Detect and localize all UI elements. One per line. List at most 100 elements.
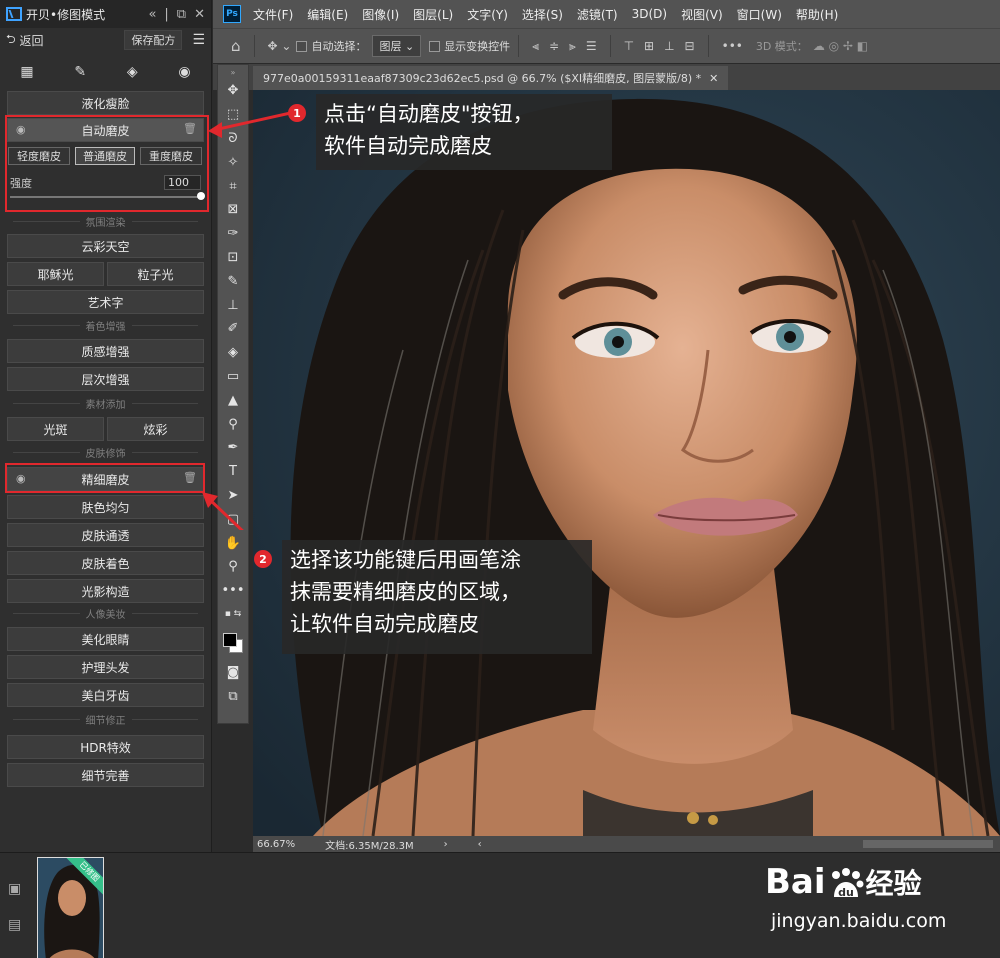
- menu-3d[interactable]: 3D(D): [632, 7, 667, 21]
- more-options-icon[interactable]: •••: [722, 39, 743, 53]
- section-material: 素材添加: [7, 396, 204, 411]
- hair-care-button[interactable]: 护理头发: [7, 655, 204, 679]
- image-icon[interactable]: ▣: [8, 881, 21, 897]
- quick-mask-icon[interactable]: ◙: [218, 660, 248, 684]
- annotation-2-line-2: 抹需要精细磨皮的区域，: [290, 580, 521, 604]
- particle-light-button[interactable]: 粒子光: [107, 262, 204, 286]
- back-icon[interactable]: ⮌: [6, 30, 16, 51]
- show-transform-label: 显示变换控件: [444, 40, 511, 53]
- menu-edit[interactable]: 编辑(E): [307, 6, 348, 23]
- ps-logo-icon: Ps: [223, 5, 241, 23]
- svg-text:du: du: [838, 886, 854, 899]
- whiten-teeth-button[interactable]: 美白牙齿: [7, 683, 204, 707]
- menu-view[interactable]: 视图(V): [681, 6, 723, 23]
- divider-icon: |: [164, 6, 169, 22]
- home-icon[interactable]: ⌂: [231, 37, 241, 55]
- ps-menubar: Ps 文件(F) 编辑(E) 图像(I) 图层(L) 文字(Y) 选择(S) 滤…: [213, 0, 1000, 28]
- brush-icon[interactable]: ✎: [74, 64, 86, 80]
- align-right-icon[interactable]: ⫸: [569, 39, 576, 54]
- document-canvas[interactable]: [253, 90, 1000, 836]
- plugin-category-icons: ▦ ✎ ◈ ◉: [0, 52, 211, 92]
- annotation-arrows: [202, 110, 296, 530]
- section-detail: 细节修正: [7, 712, 204, 727]
- watermark-url: jingyan.baidu.com: [771, 910, 947, 932]
- even-skin-tone-button[interactable]: 肤色均匀: [7, 495, 204, 519]
- section-atmosphere: 氛围渲染: [7, 214, 204, 229]
- align-middle-icon[interactable]: ⊞: [644, 39, 654, 53]
- hdr-effect-button[interactable]: HDR特效: [7, 735, 204, 759]
- status-menu-icon[interactable]: ›: [444, 839, 448, 850]
- folder-icon[interactable]: ▤: [8, 917, 21, 933]
- dazzle-button[interactable]: 炫彩: [107, 417, 204, 441]
- menu-layer[interactable]: 图层(L): [413, 6, 453, 23]
- jesus-light-button[interactable]: 耶稣光: [7, 262, 104, 286]
- move-tool-icon[interactable]: ✥ ⌄: [268, 39, 292, 53]
- back-button[interactable]: 返回: [19, 32, 43, 49]
- menu-select[interactable]: 选择(S): [522, 6, 563, 23]
- eye-icon[interactable]: ◉: [178, 64, 190, 80]
- annotation-callout-2: 选择该功能键后用画笔涂 抹需要精细磨皮的区域， 让软件自动完成磨皮: [282, 540, 592, 654]
- menu-window[interactable]: 窗口(W): [737, 6, 782, 23]
- horizontal-scrollbar[interactable]: [863, 840, 993, 848]
- collapse-icon[interactable]: «: [148, 7, 156, 22]
- retouch-plugin-panel: 开贝•修图模式 « | ⧉ ✕ ⮌ 返回 保存配方 ☰ ▦ ✎ ◈ ◉ 液化瘦脸…: [0, 0, 212, 852]
- layers-icon[interactable]: ◈: [127, 64, 138, 80]
- color-swatches[interactable]: [218, 626, 248, 660]
- more-tools-icon[interactable]: •••: [218, 579, 248, 603]
- menu-image[interactable]: 图像(I): [362, 6, 399, 23]
- baidu-jingyan-watermark: Bai du 经验 jingyan.baidu.com: [765, 854, 985, 944]
- section-skin: 皮肤修饰: [7, 445, 204, 460]
- paw-icon: du: [826, 867, 866, 901]
- align-top-icon[interactable]: ⊤: [624, 39, 634, 53]
- beautify-eyes-button[interactable]: 美化眼睛: [7, 627, 204, 651]
- 3d-orbit-icon[interactable]: ☁ ◎ ✢ ◧: [813, 39, 868, 53]
- zoom-tool-icon[interactable]: ⚲: [218, 555, 248, 579]
- plugin-action-bar: ⮌ 返回 保存配方 ☰: [0, 28, 211, 52]
- tab-close-icon[interactable]: ✕: [709, 72, 718, 85]
- image-thumbnail[interactable]: 已修图: [37, 857, 104, 958]
- scroll-left-icon[interactable]: ‹: [478, 839, 482, 850]
- skin-clear-button[interactable]: 皮肤通透: [7, 523, 204, 547]
- zoom-level[interactable]: 66.67%: [257, 839, 295, 850]
- document-tab-strip: 977e0a00159311eaaf87309c23d62ec5.psd @ 6…: [213, 64, 1000, 90]
- flare-button[interactable]: 光斑: [7, 417, 104, 441]
- document-tab[interactable]: 977e0a00159311eaaf87309c23d62ec5.psd @ 6…: [253, 66, 729, 90]
- liquify-button[interactable]: 液化瘦脸: [7, 91, 204, 115]
- align-bottom-icon[interactable]: ⊥: [664, 39, 674, 53]
- art-text-button[interactable]: 艺术字: [7, 290, 204, 314]
- popout-icon[interactable]: ⧉: [177, 7, 186, 22]
- swap-colors-icon[interactable]: ▪ ⇆: [218, 603, 248, 627]
- plugin-logo-icon: [6, 7, 22, 21]
- plugin-title: 开贝•修图模式: [26, 7, 106, 22]
- annotation-2-line-3: 让软件自动完成磨皮: [290, 612, 479, 636]
- menu-file[interactable]: 文件(F): [253, 6, 293, 23]
- detail-refine-button[interactable]: 细节完善: [7, 763, 204, 787]
- hand-tool-icon[interactable]: ✋: [218, 531, 248, 555]
- auto-select-checkbox[interactable]: [296, 40, 308, 52]
- show-transform-checkbox[interactable]: [429, 40, 441, 52]
- save-recipe-button[interactable]: 保存配方: [124, 30, 183, 50]
- align-center-icon[interactable]: ≑: [549, 39, 559, 53]
- auto-select-label: 自动选择：: [311, 40, 367, 53]
- close-icon[interactable]: ✕: [194, 7, 205, 22]
- cloud-sky-button[interactable]: 云彩天空: [7, 234, 204, 258]
- ps-options-bar: ⌂ ✥ ⌄ 自动选择： 图层 ⌄ 显示变换控件 ⫷ ≑ ⫸ ☰ ⊤ ⊞ ⊥ ⊟ …: [213, 28, 1000, 64]
- portrait-photo: [253, 90, 1000, 836]
- distribute-icon[interactable]: ☰: [586, 39, 597, 53]
- section-portrait: 人像美妆: [7, 606, 204, 621]
- menu-filter[interactable]: 滤镜(T): [577, 6, 618, 23]
- align-left-icon[interactable]: ⫷: [532, 39, 539, 54]
- menu-icon[interactable]: ☰: [192, 32, 205, 48]
- skin-tint-button[interactable]: 皮肤着色: [7, 551, 204, 575]
- plugin-title-bar: 开贝•修图模式 « | ⧉ ✕: [0, 0, 211, 28]
- light-shadow-button[interactable]: 光影构造: [7, 579, 204, 603]
- annotation-badge-2: 2: [254, 550, 272, 568]
- screen-mode-icon[interactable]: ⧉: [218, 684, 248, 708]
- auto-select-target-dropdown[interactable]: 图层 ⌄: [372, 35, 422, 57]
- menu-type[interactable]: 文字(Y): [467, 6, 508, 23]
- menu-help[interactable]: 帮助(H): [796, 6, 838, 23]
- layer-enhance-button[interactable]: 层次增强: [7, 367, 204, 391]
- distribute-vertical-icon[interactable]: ⊟: [685, 39, 695, 53]
- grid-icon[interactable]: ▦: [20, 64, 33, 80]
- texture-enhance-button[interactable]: 质感增强: [7, 339, 204, 363]
